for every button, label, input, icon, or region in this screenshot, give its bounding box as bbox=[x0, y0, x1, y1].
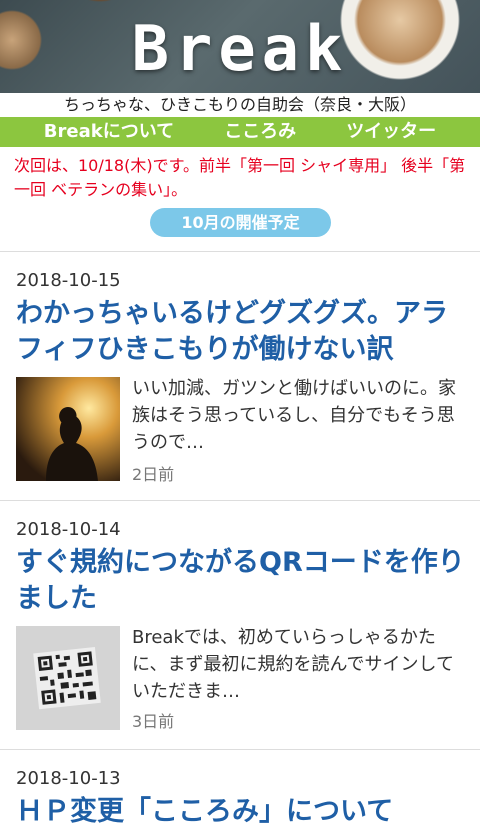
divider bbox=[0, 251, 480, 252]
article-title[interactable]: すぐ規約につながるQRコードを作りました bbox=[16, 545, 466, 617]
article-title[interactable]: わかっちゃいるけどグズグズ。アラフィフひきこもりが働けない訳 bbox=[16, 296, 466, 368]
site-header: Break bbox=[0, 0, 480, 93]
article-excerpt: Breakでは、初めていらっしゃるかたに、まず最初に規約を読んでサインしていただ… bbox=[132, 627, 455, 702]
october-schedule-button[interactable]: 10月の開催予定 bbox=[150, 208, 331, 237]
article-time-ago: 3日前 bbox=[132, 712, 175, 731]
article-item[interactable]: 2018-10-14 すぐ規約につながるQRコードを作りました Breakでは、… bbox=[0, 519, 480, 749]
silhouette-photo-image bbox=[16, 377, 120, 481]
site-logo[interactable]: Break bbox=[0, 14, 480, 84]
next-meeting-notice: 次回は、10/18(木)です。前半「第一回 シャイ専用」 後半「第一回 ベテラン… bbox=[14, 156, 466, 199]
nav-item-about[interactable]: Breakについて bbox=[44, 117, 174, 147]
article-title[interactable]: ＨＰ変更「こころみ」について bbox=[16, 794, 466, 830]
nav-item-twitter[interactable]: ツイッター bbox=[346, 117, 436, 147]
article-item[interactable]: 2018-10-15 わかっちゃいるけどグズグズ。アラフィフひきこもりが働けない… bbox=[0, 270, 480, 500]
article-thumbnail[interactable] bbox=[16, 626, 120, 730]
article-date: 2018-10-15 bbox=[16, 270, 121, 291]
article-item[interactable]: 2018-10-13 ＨＰ変更「こころみ」について bbox=[0, 768, 480, 827]
article-date: 2018-10-14 bbox=[16, 519, 121, 540]
article-thumbnail[interactable] bbox=[16, 377, 120, 481]
article-excerpt: いい加減、ガツンと働けばいいのに。家族はそう思っているし、自分でもそう思うので… bbox=[132, 378, 456, 453]
divider bbox=[0, 749, 480, 750]
qr-code-photo-image bbox=[16, 626, 120, 730]
nav-item-kokoromi[interactable]: こころみ bbox=[224, 117, 296, 147]
site-tagline: ちっちゃな、ひきこもりの自助会（奈良・大阪） bbox=[63, 95, 416, 114]
article-date: 2018-10-13 bbox=[16, 768, 121, 789]
main-nav: Breakについて こころみ ツイッター bbox=[0, 117, 480, 147]
divider bbox=[0, 500, 480, 501]
article-time-ago: 2日前 bbox=[132, 465, 175, 484]
